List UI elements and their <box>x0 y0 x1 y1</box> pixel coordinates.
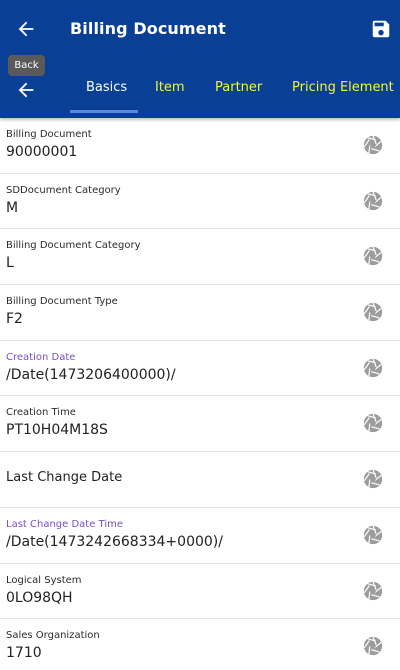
aperture-icon[interactable] <box>362 301 384 323</box>
field-value: /Date(1473206400000)/ <box>6 366 176 383</box>
field-value: L <box>6 255 14 272</box>
aperture-icon[interactable] <box>362 580 384 602</box>
field-value: 1710 <box>6 645 42 662</box>
back-arrow-button[interactable] <box>10 13 42 45</box>
floppy-disk-icon <box>372 20 390 38</box>
field-row-creation-date[interactable]: Creation Date /Date(1473206400000)/ <box>0 341 400 397</box>
field-row-billing-document-type[interactable]: Billing Document Type F2 <box>0 285 400 341</box>
aperture-icon[interactable] <box>362 134 384 156</box>
aperture-icon[interactable] <box>362 357 384 379</box>
top-toolbar: Billing Document <box>0 0 400 60</box>
field-value: /Date(1473242668334+0000)/ <box>6 533 223 550</box>
field-label: Billing Document Type <box>6 296 118 308</box>
field-label: Creation Date <box>6 351 76 363</box>
field-value: F2 <box>6 311 23 328</box>
field-label: Billing Document <box>6 129 92 140</box>
aperture-icon[interactable] <box>362 190 384 212</box>
field-row-sales-organization[interactable]: Sales Organization 1710 <box>0 619 400 670</box>
field-label: SDDocument Category <box>6 184 121 196</box>
field-value: PT10H04M18S <box>6 422 108 439</box>
field-row-creation-time[interactable]: Creation Time PT10H04M18S <box>0 396 400 453</box>
page-title: Billing Document <box>70 19 226 38</box>
arrow-left-icon <box>18 82 34 98</box>
field-label: Sales Organization <box>6 630 100 642</box>
back-tooltip: Back <box>8 55 45 76</box>
aperture-icon[interactable] <box>362 412 384 434</box>
field-row-last-change-date-time[interactable]: Last Change Date Time /Date(147324266833… <box>0 508 400 564</box>
aperture-icon[interactable] <box>362 245 384 267</box>
field-label: Logical System <box>6 574 82 586</box>
field-list: Billing Document 90000001 SDDocument Cat… <box>0 118 400 670</box>
field-value: 90000001 <box>6 144 78 160</box>
aperture-icon[interactable] <box>362 468 384 490</box>
tab-basics[interactable]: Basics <box>86 80 127 95</box>
field-row-billing-document[interactable]: Billing Document 90000001 <box>0 118 400 174</box>
field-label: Last Change Date <box>6 470 123 486</box>
field-label: Last Change Date Time <box>6 518 124 530</box>
app-bar: Billing Document Basics Item Partner Pri… <box>0 0 400 118</box>
tab-bar: Basics Item Partner Pricing Element <box>0 62 400 118</box>
back-arrow-tab-button[interactable] <box>10 74 42 106</box>
field-label: Billing Document Category <box>6 240 141 252</box>
active-tab-indicator <box>70 110 138 113</box>
field-label: Creation Time <box>6 407 76 419</box>
field-row-sd-document-category[interactable]: SDDocument Category M <box>0 174 400 230</box>
field-row-billing-document-category[interactable]: Billing Document Category L <box>0 229 400 286</box>
aperture-icon[interactable] <box>362 524 384 546</box>
tab-partner[interactable]: Partner <box>215 80 262 95</box>
arrow-left-icon <box>18 21 34 37</box>
save-button[interactable] <box>368 16 394 42</box>
field-row-logical-system[interactable]: Logical System 0LO98QH <box>0 564 400 620</box>
aperture-icon[interactable] <box>362 635 384 657</box>
field-value: M <box>6 199 19 216</box>
field-value: 0LO98QH <box>6 589 73 606</box>
tab-pricing-element[interactable]: Pricing Element <box>292 80 394 95</box>
field-row-last-change-date[interactable]: Last Change Date <box>0 452 400 508</box>
tab-item[interactable]: Item <box>155 80 185 95</box>
